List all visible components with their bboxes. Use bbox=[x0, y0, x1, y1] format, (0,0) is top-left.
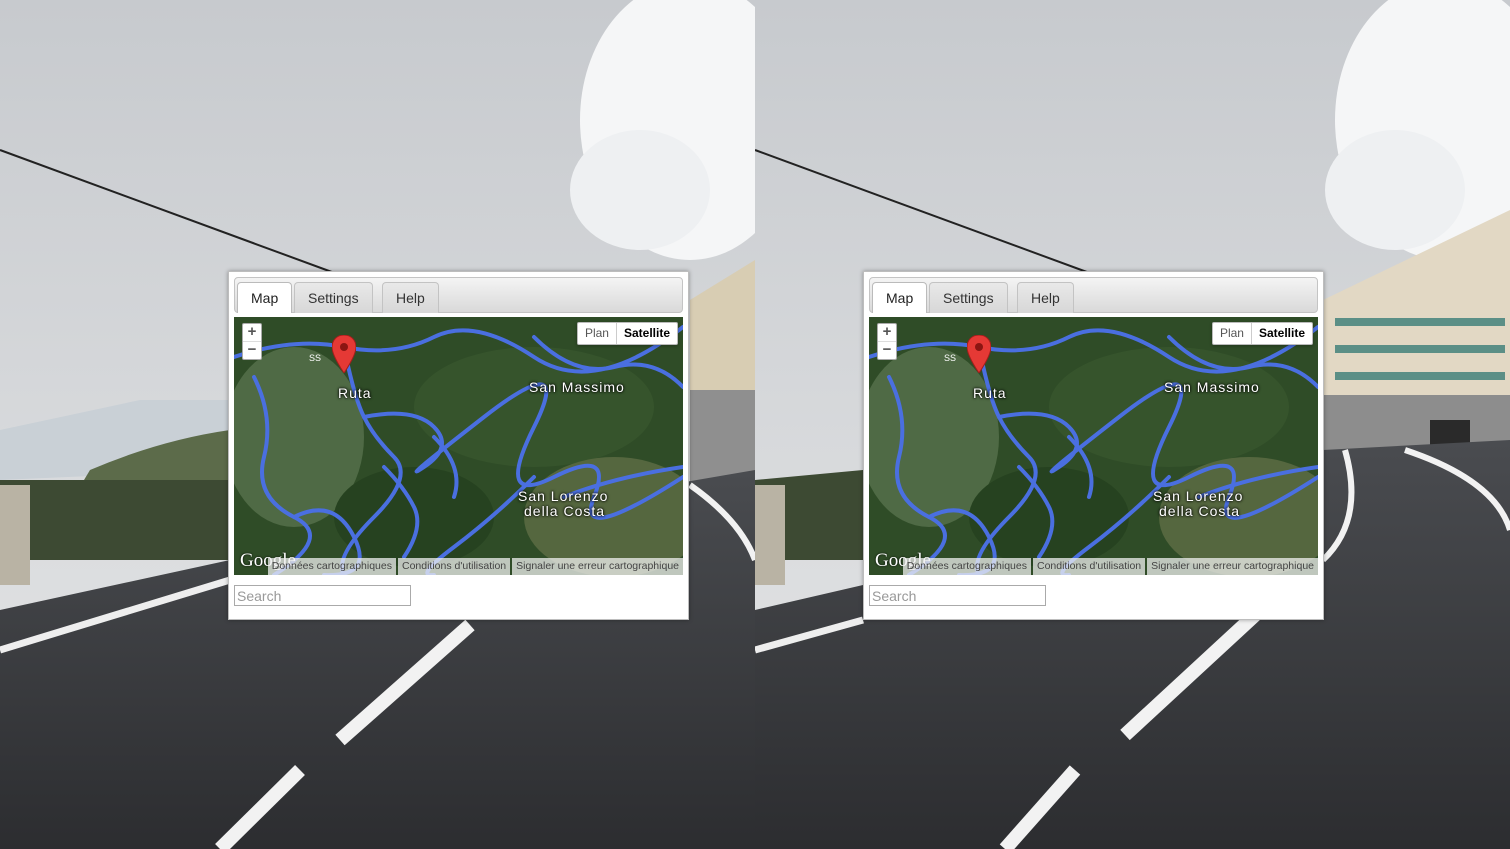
map-type-satellite-button[interactable]: Satellite bbox=[617, 323, 677, 344]
report-map-error-link[interactable]: Signaler une erreur cartographique bbox=[512, 558, 683, 575]
terms-of-use-link[interactable]: Conditions d'utilisation bbox=[397, 558, 511, 575]
map-footer: Données cartographiques Conditions d'uti… bbox=[234, 558, 683, 575]
zoom-in-button[interactable]: + bbox=[243, 324, 261, 342]
satellite-map[interactable]: SS + − Plan Satellite Ruta San Massimo S… bbox=[234, 317, 683, 575]
map-panel: Map Settings Help SS + − Plan Satellite … bbox=[863, 271, 1324, 620]
map-type-control: Plan Satellite bbox=[1211, 322, 1313, 345]
zoom-control: + − bbox=[242, 323, 262, 360]
map-type-control: Plan Satellite bbox=[576, 322, 678, 345]
report-map-error-link[interactable]: Signaler une erreur cartographique bbox=[1147, 558, 1318, 575]
zoom-in-button[interactable]: + bbox=[878, 324, 896, 342]
place-label: San Lorenzo bbox=[1153, 488, 1244, 504]
map-data-link[interactable]: Données cartographiques bbox=[267, 558, 396, 575]
search-input[interactable] bbox=[234, 585, 411, 606]
svg-text:SS: SS bbox=[944, 353, 956, 363]
tab-bar: Map Settings Help bbox=[234, 277, 683, 313]
tab-map[interactable]: Map bbox=[237, 282, 293, 313]
tab-help[interactable]: Help bbox=[1017, 282, 1074, 313]
zoom-out-button[interactable]: − bbox=[243, 342, 261, 359]
zoom-control: + − bbox=[877, 323, 897, 360]
map-type-satellite-button[interactable]: Satellite bbox=[1252, 323, 1312, 344]
right-eye-view: Map Settings Help SS + − Plan Satellite … bbox=[755, 0, 1510, 849]
map-footer: Données cartographiques Conditions d'uti… bbox=[869, 558, 1318, 575]
place-label: San Massimo bbox=[1164, 379, 1260, 395]
tab-settings[interactable]: Settings bbox=[294, 282, 373, 313]
map-panel: Map Settings Help SS + − Plan Satellite … bbox=[228, 271, 689, 620]
place-label: Ruta bbox=[338, 385, 372, 401]
tab-help[interactable]: Help bbox=[382, 282, 439, 313]
map-type-plan-button[interactable]: Plan bbox=[1213, 323, 1252, 344]
place-label: Ruta bbox=[973, 385, 1007, 401]
zoom-out-button[interactable]: − bbox=[878, 342, 896, 359]
svg-text:SS: SS bbox=[309, 353, 321, 363]
satellite-imagery: SS bbox=[234, 317, 683, 575]
place-label: della Costa bbox=[1159, 503, 1241, 519]
place-label: San Lorenzo bbox=[518, 488, 609, 504]
place-label: San Massimo bbox=[529, 379, 625, 395]
place-label: della Costa bbox=[524, 503, 606, 519]
tab-settings[interactable]: Settings bbox=[929, 282, 1008, 313]
satellite-imagery: SS bbox=[869, 317, 1318, 575]
map-data-link[interactable]: Données cartographiques bbox=[902, 558, 1031, 575]
map-marker-icon[interactable] bbox=[967, 335, 991, 373]
map-marker-icon[interactable] bbox=[332, 335, 356, 373]
search-input[interactable] bbox=[869, 585, 1046, 606]
tab-map[interactable]: Map bbox=[872, 282, 928, 313]
tab-bar: Map Settings Help bbox=[869, 277, 1318, 313]
terms-of-use-link[interactable]: Conditions d'utilisation bbox=[1032, 558, 1146, 575]
satellite-map[interactable]: SS + − Plan Satellite Ruta San Massimo S… bbox=[869, 317, 1318, 575]
left-eye-view: Map Settings Help SS + − Plan Satellite … bbox=[0, 0, 755, 849]
map-type-plan-button[interactable]: Plan bbox=[578, 323, 617, 344]
